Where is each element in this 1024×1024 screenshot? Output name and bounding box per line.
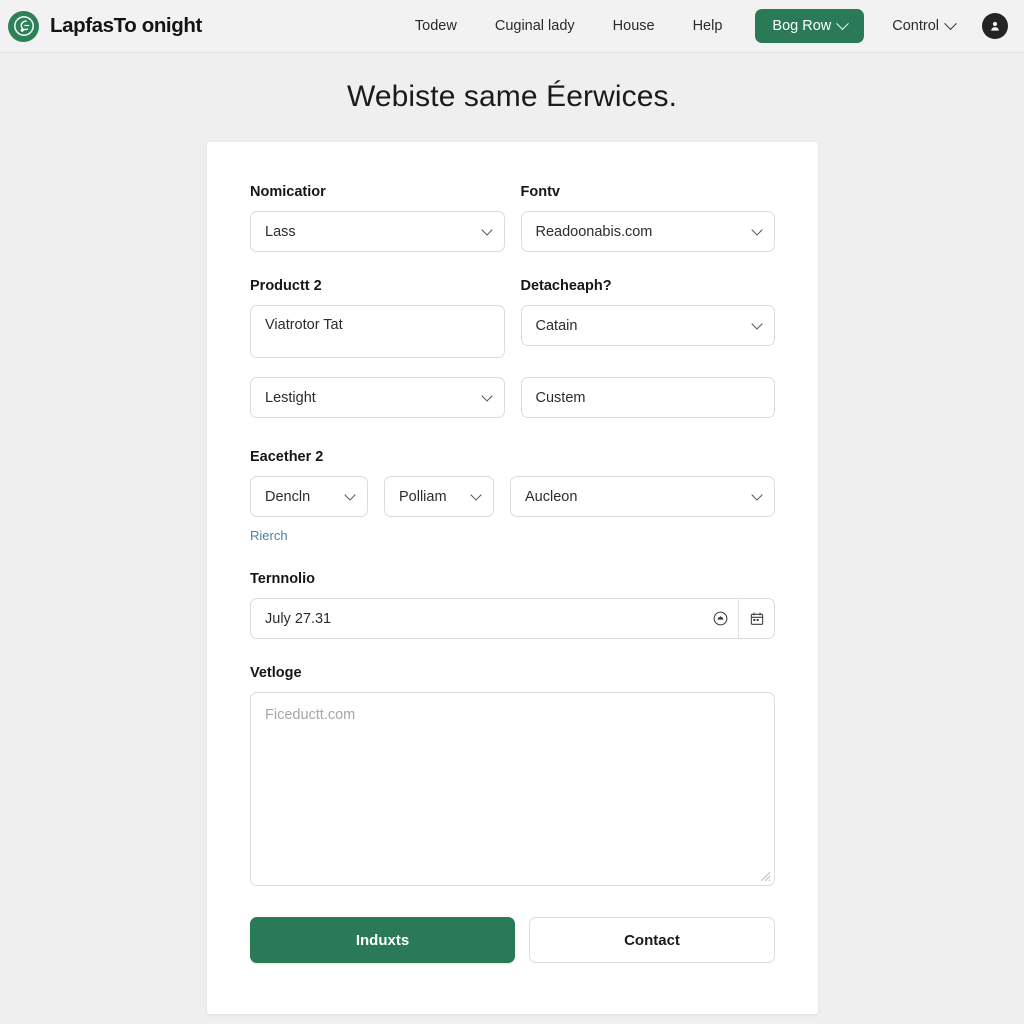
form-row-1: Nomicatior Lass Fontv Readoonabis.com [250,184,775,252]
circle-leaf-icon [8,10,39,42]
nav-link-todew[interactable]: Todew [396,10,476,42]
label-nomicatior: Nomicatior [250,184,326,200]
resize-handle-icon[interactable] [758,869,771,882]
chevron-down-icon [480,223,493,236]
calendar-icon [750,611,763,625]
field-detacheaph: Detacheaph? Catain [520,278,775,358]
chevron-down-icon [751,488,763,501]
select-nomicatior[interactable]: Lass [250,211,505,252]
select-nomicatior-value: Lass [265,223,296,240]
chevron-down-icon [751,317,763,330]
page-title: Webiste same Éerwices. [346,80,678,113]
label-productt-2: Productt 2 [250,278,322,294]
nav-link-cuginal-lady[interactable]: Cuginal lady [476,10,594,42]
field-vetloge: Vetloge Ficeductt.com [250,665,775,886]
label-eacether-2: Eacether 2 [250,449,324,465]
calendar-button[interactable] [738,599,774,638]
clock-circle-icon [713,611,727,626]
select-aucleon-value: Aucleon [525,488,578,505]
field-custem: Custem [520,377,775,418]
input-custem[interactable]: Custem [520,377,775,418]
select-lestight[interactable]: Lestight [250,377,505,418]
input-productt-2-value: Viatrotor Tat [265,317,343,333]
chevron-down-icon [480,389,493,402]
top-navigation-bar: LapfasTo onight Todew Cuginal lady House… [0,0,1024,53]
control-menu-label: Control [892,18,939,34]
form-card: Nomicatior Lass Fontv Readoonabis.com Pr… [207,142,818,1014]
select-dencln[interactable]: Dencln [250,476,368,517]
select-fontv-value: Readoonabis.com [535,223,653,240]
induxts-button[interactable]: Induxts [250,917,515,963]
bog-row-button[interactable]: Bog Row [755,9,865,43]
select-detacheaph[interactable]: Catain [520,305,775,346]
select-fontv[interactable]: Readoonabis.com [520,211,775,252]
form-actions: Induxts Contact [250,917,775,963]
chevron-down-icon [470,488,482,501]
nav-link-house[interactable]: House [594,10,674,42]
chevron-down-icon [751,223,763,236]
select-detacheaph-value: Catain [535,317,578,334]
control-menu[interactable]: Control [878,10,969,42]
field-polliam: Polliam [384,476,494,517]
user-avatar[interactable] [982,13,1008,39]
label-fontv: Fontv [520,184,560,200]
brand-name: LapfasTo onight [50,14,202,37]
label-ternnolio: Ternnolio [250,571,315,587]
label-vetloge: Vetloge [250,665,302,681]
brand-logo[interactable]: LapfasTo onight [8,10,202,42]
chevron-down-icon [344,488,356,501]
field-lestight: Lestight [250,377,505,418]
select-dencln-value: Dencln [265,488,311,505]
select-aucleon[interactable]: Aucleon [510,476,775,517]
field-fontv: Fontv Readoonabis.com [520,184,775,252]
input-custem-value: Custem [535,389,586,406]
field-eacether-2: Eacether 2 Dencln Polliam Aucleon Rierch [250,449,775,545]
select-lestight-value: Lestight [265,389,316,406]
chevron-down-icon [836,16,850,30]
primary-nav: Todew Cuginal lady House Help Bog Row Co… [396,9,1008,43]
bog-row-label: Bog Row [772,18,832,34]
user-avatar-icon [991,21,999,31]
form-row-4: Dencln Polliam Aucleon [250,476,775,517]
select-polliam-value: Polliam [399,488,447,505]
field-nomicatior: Nomicatior Lass [250,184,505,252]
input-productt-2[interactable]: Viatrotor Tat [250,305,505,358]
input-ternnolio-value: July 27.31 [265,610,332,627]
contact-button[interactable]: Contact [529,917,775,963]
rierch-link[interactable]: Rierch [250,528,288,543]
chevron-down-icon [944,16,957,30]
field-dencln: Dencln [250,476,368,517]
nav-link-help[interactable]: Help [674,10,742,42]
field-productt-2: Productt 2 Viatrotor Tat [250,278,505,358]
form-row-3: Lestight Custem [250,377,775,418]
select-polliam[interactable]: Polliam [384,476,494,517]
textarea-vetloge-placeholder: Ficeductt.com [265,707,356,723]
field-aucleon: Aucleon [510,476,775,517]
field-ternnolio: Ternnolio July 27.31 [250,571,775,639]
textarea-vetloge[interactable]: Ficeductt.com [250,692,775,886]
form-row-2: Productt 2 Viatrotor Tat Detacheaph? Cat… [250,278,775,358]
label-detacheaph: Detacheaph? [520,278,612,294]
date-field-group: July 27.31 [250,598,775,639]
input-ternnolio[interactable]: July 27.31 [251,599,702,638]
clock-circle-button[interactable] [702,599,738,638]
